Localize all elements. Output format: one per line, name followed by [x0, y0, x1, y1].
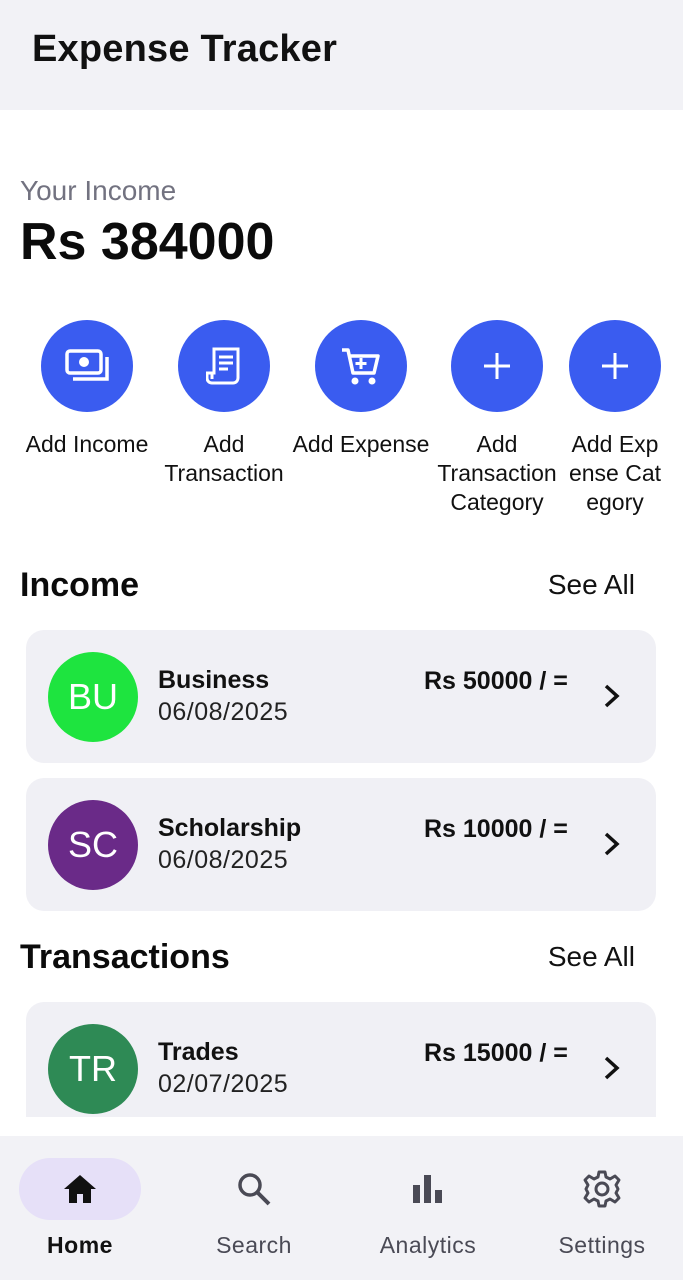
add-transaction-label: Add Transaction: [164, 431, 284, 486]
add-expense-category-label: Add Expense Category: [568, 431, 662, 515]
item-date: 02/07/2025: [158, 1070, 289, 1098]
nav-analytics[interactable]: Analytics: [348, 1158, 508, 1259]
item-name: Business: [158, 666, 270, 694]
nav-analytics-label: Analytics: [379, 1232, 477, 1258]
item-name: Scholarship: [158, 814, 302, 842]
income-card[interactable]: BU Business 06/08/2025 Rs 50000 / =: [26, 630, 656, 763]
item-amount: Rs 50000 / =: [424, 667, 568, 695]
chevron-right-icon[interactable]: [600, 1054, 624, 1087]
bottom-navigation: Home Search Analytics Settings: [0, 1136, 683, 1280]
search-icon: [193, 1158, 315, 1220]
receipt-icon: [178, 320, 270, 412]
transaction-card[interactable]: TR Trades 02/07/2025 Rs 15000 / =: [26, 1002, 656, 1117]
add-expense-category-button[interactable]: Add Expense Category: [545, 320, 683, 517]
avatar: SC: [48, 800, 138, 890]
income-card[interactable]: SC Scholarship 06/08/2025 Rs 10000 / =: [26, 778, 656, 911]
add-income-button[interactable]: Add Income: [17, 320, 157, 459]
chevron-right-icon[interactable]: [600, 682, 624, 715]
app-bar: Expense Tracker: [0, 0, 683, 110]
nav-search[interactable]: Search: [174, 1158, 334, 1259]
item-amount: Rs 10000 / =: [424, 815, 568, 843]
income-summary-amount: Rs 384000: [20, 213, 275, 271]
transactions-see-all-link[interactable]: See All: [548, 941, 635, 973]
app-title: Expense Tracker: [32, 28, 338, 70]
plus-icon: [451, 320, 543, 412]
income-see-all-link[interactable]: See All: [548, 569, 635, 601]
chevron-right-icon[interactable]: [600, 830, 624, 863]
cart-icon: [315, 320, 407, 412]
item-amount: Rs 15000 / =: [424, 1039, 568, 1067]
transactions-section-title: Transactions: [20, 938, 230, 976]
plus-icon: [569, 320, 661, 412]
income-summary-label: Your Income: [20, 175, 177, 206]
avatar: BU: [48, 652, 138, 742]
add-income-label: Add Income: [25, 431, 149, 457]
add-expense-label: Add Expense: [292, 431, 430, 457]
nav-settings-label: Settings: [558, 1232, 646, 1258]
money-icon: [41, 320, 133, 412]
add-transaction-button[interactable]: Add Transaction: [154, 320, 294, 488]
income-section-title: Income: [20, 566, 140, 604]
add-expense-button[interactable]: Add Expense: [291, 320, 431, 459]
nav-home[interactable]: Home: [0, 1158, 160, 1259]
nav-settings[interactable]: Settings: [522, 1158, 682, 1259]
avatar: TR: [48, 1024, 138, 1114]
gear-icon: [541, 1158, 663, 1220]
item-name: Trades: [158, 1038, 239, 1066]
nav-search-label: Search: [216, 1232, 292, 1258]
home-icon: [19, 1158, 141, 1220]
item-date: 06/08/2025: [158, 698, 289, 726]
nav-home-label: Home: [47, 1232, 113, 1258]
bar-chart-icon: [367, 1158, 489, 1220]
item-date: 06/08/2025: [158, 846, 289, 874]
